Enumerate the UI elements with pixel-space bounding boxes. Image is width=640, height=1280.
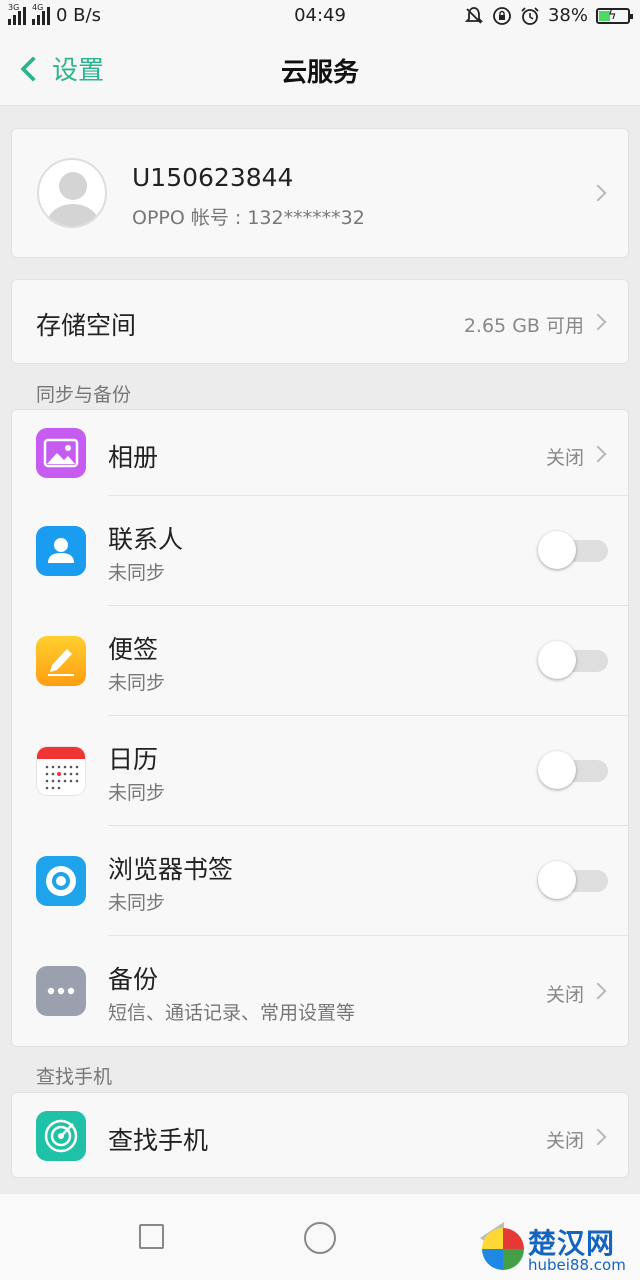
sync-item-browser-bookmarks: 浏览器书签 未同步 bbox=[12, 826, 628, 936]
account-subtitle: OPPO 帐号 : 132******32 bbox=[132, 207, 365, 229]
item-name: 浏览器书签 bbox=[108, 855, 234, 884]
storage-label: 存储空间 bbox=[36, 311, 137, 340]
alarm-icon bbox=[520, 6, 540, 26]
status-bar: 3G 4G 0 B/s 04:49 38% ϟ bbox=[0, 0, 640, 34]
contact-icon bbox=[36, 526, 86, 576]
chevron-right-icon bbox=[589, 1128, 607, 1146]
chevron-right-icon bbox=[589, 982, 607, 1000]
account-username: U150623844 bbox=[132, 163, 294, 192]
home-button[interactable] bbox=[304, 1222, 336, 1254]
item-sub: 未同步 bbox=[108, 892, 166, 914]
photo-icon bbox=[36, 428, 86, 478]
sync-item-backup[interactable]: 备份 短信、通话记录、常用设置等 关闭 bbox=[12, 936, 628, 1046]
battery-percent: 38% bbox=[547, 5, 588, 26]
radar-icon bbox=[36, 1111, 86, 1161]
storage-card[interactable]: 存储空间 2.65 GB 可用 bbox=[11, 279, 629, 364]
item-sub: 未同步 bbox=[108, 562, 166, 584]
chevron-right-icon bbox=[589, 184, 607, 202]
item-state: 关闭 bbox=[545, 447, 584, 469]
chevron-right-icon bbox=[589, 445, 607, 463]
sync-item-album[interactable]: 相册 关闭 bbox=[12, 410, 628, 496]
recent-apps-button[interactable] bbox=[139, 1224, 164, 1249]
mute-icon bbox=[464, 6, 484, 26]
item-name: 联系人 bbox=[108, 525, 184, 554]
sync-section-header: 同步与备份 bbox=[36, 384, 132, 406]
item-state: 关闭 bbox=[545, 1130, 584, 1152]
storage-value: 2.65 GB 可用 bbox=[463, 315, 584, 337]
item-name: 查找手机 bbox=[108, 1126, 209, 1155]
account-card[interactable]: U150623844 OPPO 帐号 : 132******32 bbox=[11, 128, 629, 258]
watermark-logo-icon bbox=[482, 1228, 524, 1270]
find-phone-card: 查找手机 关闭 bbox=[11, 1092, 629, 1178]
more-icon bbox=[36, 966, 86, 1016]
item-sub: 未同步 bbox=[108, 672, 166, 694]
item-sub: 未同步 bbox=[108, 782, 166, 804]
sync-item-calendar: 日历 未同步 bbox=[12, 716, 628, 826]
contacts-sync-toggle[interactable] bbox=[538, 530, 608, 570]
avatar bbox=[37, 158, 107, 228]
calendar-sync-toggle[interactable] bbox=[538, 750, 608, 790]
note-icon bbox=[36, 636, 86, 686]
notes-sync-toggle[interactable] bbox=[538, 640, 608, 680]
sync-item-contacts: 联系人 未同步 bbox=[12, 496, 628, 606]
calendar-icon bbox=[36, 746, 86, 796]
chevron-right-icon bbox=[589, 313, 607, 331]
item-name: 备份 bbox=[108, 965, 159, 994]
browser-icon bbox=[36, 856, 86, 906]
item-name: 相册 bbox=[108, 443, 159, 472]
battery-icon: ϟ bbox=[596, 7, 633, 24]
browser-bookmarks-sync-toggle[interactable] bbox=[538, 860, 608, 900]
rotation-lock-icon bbox=[492, 6, 512, 26]
watermark: 楚汉网 hubei88.com bbox=[482, 1222, 638, 1278]
title-bar: 设置 云服务 bbox=[0, 34, 640, 106]
watermark-url: hubei88.com bbox=[528, 1256, 626, 1274]
item-sub: 短信、通话记录、常用设置等 bbox=[108, 1002, 356, 1024]
item-name: 便签 bbox=[108, 635, 159, 664]
item-state: 关闭 bbox=[545, 984, 584, 1006]
find-section-header: 查找手机 bbox=[36, 1066, 113, 1088]
find-phone-item[interactable]: 查找手机 关闭 bbox=[12, 1093, 628, 1179]
item-name: 日历 bbox=[108, 745, 159, 774]
sync-item-notes: 便签 未同步 bbox=[12, 606, 628, 716]
sync-card: 相册 关闭 联系人 未同步 便签 未同步 日历 未同步 浏览器书签 未同步 备份… bbox=[11, 409, 629, 1047]
page-title: 云服务 bbox=[280, 58, 359, 88]
